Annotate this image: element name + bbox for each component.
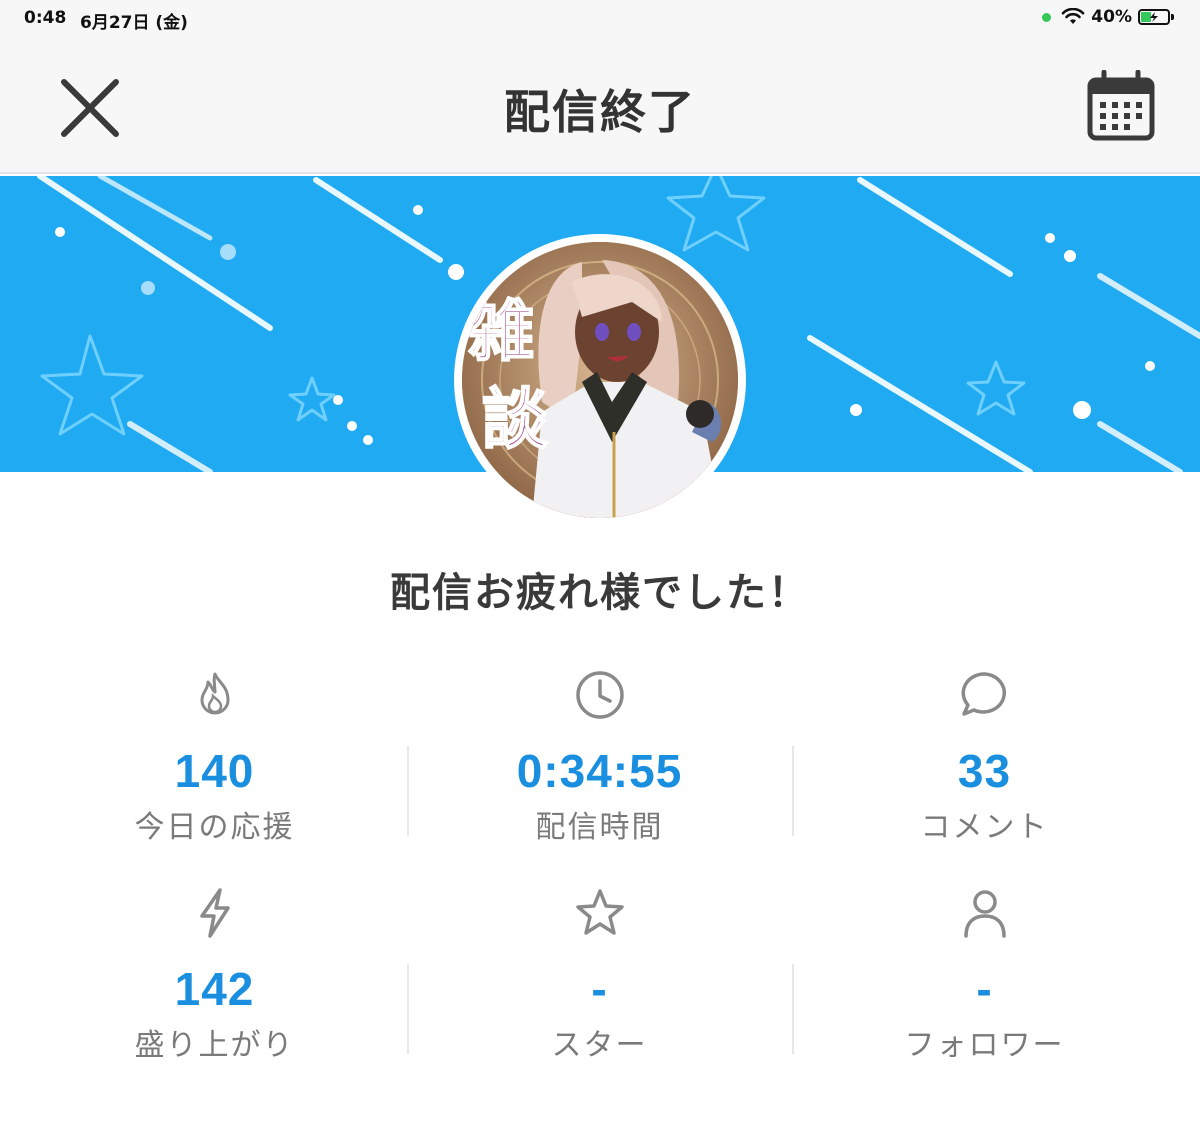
stats-grid: 140 今日の応援 0:34:55 配信時間 33 コメント 142 盛り上がり… xyxy=(22,650,1178,1086)
lightning-icon xyxy=(199,888,230,938)
status-time: 0:48 xyxy=(24,8,67,28)
person-icon xyxy=(963,890,1006,938)
avatar: 雑 談 xyxy=(454,234,746,526)
avatar-image: 雑 談 xyxy=(462,242,738,518)
stat-value: 142 xyxy=(174,963,255,1015)
star-icon xyxy=(575,889,624,935)
stat-label: 今日の応援 xyxy=(134,810,295,845)
thanks-message: 配信お疲れ様でした！ xyxy=(390,570,810,616)
status-bar: 0:48 6月27日 (金) 40% xyxy=(0,0,1200,36)
wifi-icon xyxy=(1061,8,1085,24)
stats-row-2: 142 盛り上がり - スター - フォロワー xyxy=(22,868,1178,1086)
avatar-kanji-2: 談 xyxy=(482,380,548,458)
calendar-icon xyxy=(1087,69,1155,141)
stat-label: 盛り上がり xyxy=(134,1028,295,1063)
stat-value: 0:34:55 xyxy=(516,745,683,797)
battery-percent: 40% xyxy=(1091,7,1132,27)
stat-excitement: 142 盛り上がり xyxy=(22,868,407,1086)
stat-comments: 33 コメント xyxy=(792,650,1177,868)
stat-value: 140 xyxy=(174,745,255,797)
clock-icon xyxy=(575,671,624,719)
stat-value: - xyxy=(976,963,993,1015)
status-date: 6月27日 (金) xyxy=(80,13,188,33)
stat-label: コメント xyxy=(920,810,1049,845)
stat-label: 配信時間 xyxy=(535,810,664,845)
stat-duration: 0:34:55 配信時間 xyxy=(407,650,792,868)
stat-followers: - フォロワー xyxy=(792,868,1177,1086)
stats-row-1: 140 今日の応援 0:34:55 配信時間 33 コメント xyxy=(22,650,1178,868)
battery-icon xyxy=(1138,9,1170,25)
stat-value: 33 xyxy=(957,745,1012,797)
stat-label: フォロワー xyxy=(904,1028,1065,1063)
page-title: 配信終了 xyxy=(504,85,696,139)
fire-icon xyxy=(200,672,229,715)
stat-value: - xyxy=(591,963,608,1015)
stat-stars: - スター xyxy=(407,868,792,1086)
calendar-button[interactable] xyxy=(1086,69,1156,142)
comment-icon xyxy=(961,672,1006,716)
nav-bar: 配信終了 xyxy=(0,36,1200,174)
camera-indicator-icon xyxy=(1042,12,1052,22)
avatar-kanji-1: 雑 xyxy=(467,292,534,370)
stat-label: スター xyxy=(551,1028,648,1063)
stat-support: 140 今日の応援 xyxy=(22,650,407,868)
status-indicators: 40% xyxy=(1042,7,1174,27)
